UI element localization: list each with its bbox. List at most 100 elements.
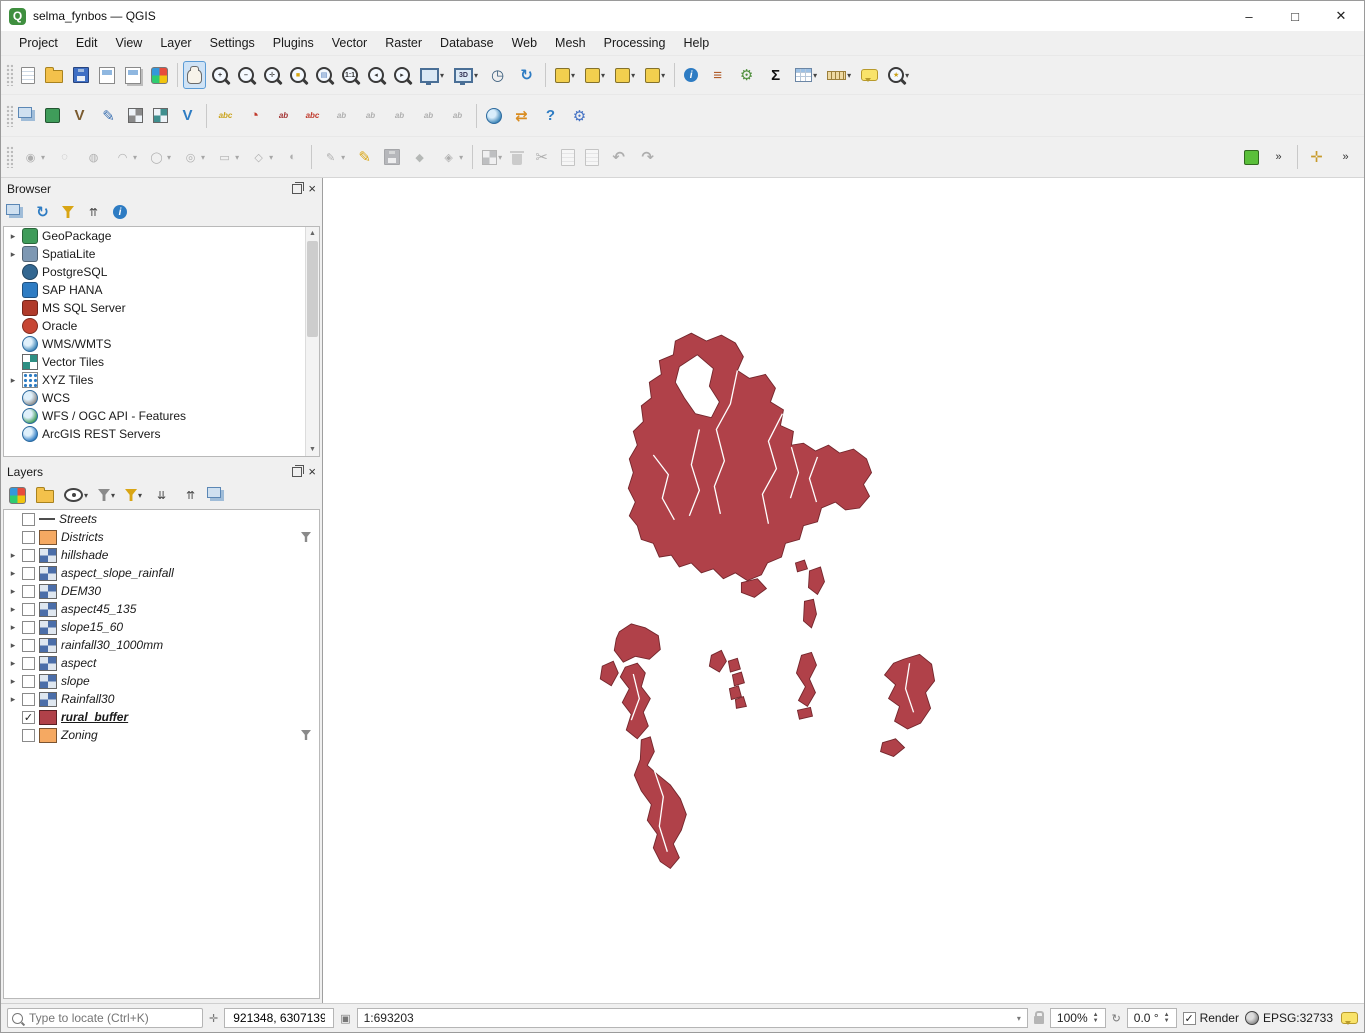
- browser-item[interactable]: ArcGIS REST Servers: [4, 425, 319, 443]
- open-project-button[interactable]: [41, 61, 67, 89]
- new-3d-map-view-button[interactable]: 3D▾: [450, 61, 482, 89]
- layer-checkbox[interactable]: [22, 639, 35, 652]
- snapping-options-button[interactable]: [1240, 143, 1263, 171]
- remove-layer-button[interactable]: [207, 483, 227, 507]
- dropdown-arrow-icon[interactable]: ▾: [459, 153, 463, 162]
- browser-item[interactable]: WMS/WMTS: [4, 335, 319, 353]
- help-contents-button[interactable]: ?: [537, 102, 564, 130]
- open-layer-styling-button[interactable]: [6, 483, 29, 507]
- menu-web[interactable]: Web: [504, 33, 545, 53]
- zoom-to-selection-button[interactable]: ■: [286, 61, 310, 89]
- menu-vector[interactable]: Vector: [324, 33, 375, 53]
- menu-settings[interactable]: Settings: [202, 33, 263, 53]
- menu-database[interactable]: Database: [432, 33, 502, 53]
- pan-map-button[interactable]: [183, 61, 206, 89]
- browser-item[interactable]: MS SQL Server: [4, 299, 319, 317]
- expand-arrow-icon[interactable]: ▸: [8, 658, 18, 669]
- show-hidden-labels-button[interactable]: ab: [444, 102, 471, 130]
- expand-all-button[interactable]: ⇊: [149, 483, 174, 507]
- scroll-up-icon[interactable]: ▲: [306, 227, 319, 240]
- layer-item[interactable]: ▸slope: [4, 672, 319, 690]
- select-features-by-value-button[interactable]: ▾: [581, 61, 609, 89]
- filter-by-expression-button[interactable]: ▾: [122, 483, 145, 507]
- scroll-down-icon[interactable]: ▼: [306, 443, 319, 456]
- new-shapefile-layer-button[interactable]: V: [66, 102, 93, 130]
- toolbar-overflow-left-button[interactable]: »: [1265, 143, 1292, 171]
- layer-checkbox[interactable]: [22, 585, 35, 598]
- vertex-tool-current-layer-button[interactable]: ◉▾: [17, 143, 49, 171]
- layer-item[interactable]: ▸aspect45_135: [4, 600, 319, 618]
- filter-browser-button[interactable]: [59, 200, 77, 224]
- extents-toggle-icon[interactable]: ▣: [340, 1012, 350, 1025]
- float-panel-icon[interactable]: [292, 467, 302, 477]
- collapse-all-button[interactable]: ⇈: [81, 200, 106, 224]
- move-label-button[interactable]: ab: [328, 102, 355, 130]
- deselect-features-button[interactable]: ▾: [611, 61, 639, 89]
- dropdown-arrow-icon[interactable]: ▾: [133, 153, 137, 162]
- rectangle-tools-button[interactable]: ▭▾: [211, 143, 243, 171]
- modify-attributes-button[interactable]: ▾: [478, 143, 506, 171]
- toolbar-grip-icon[interactable]: [6, 146, 13, 168]
- dropdown-arrow-icon[interactable]: ▾: [474, 71, 478, 80]
- dropdown-arrow-icon[interactable]: ▾: [571, 71, 575, 80]
- layer-diagram-button[interactable]: ◔: [241, 102, 268, 130]
- layer-item[interactable]: Zoning: [4, 726, 319, 744]
- close-panel-icon[interactable]: [308, 182, 316, 196]
- regular-polygon-tools-button[interactable]: ◇▾: [245, 143, 277, 171]
- expand-arrow-icon[interactable]: ▸: [8, 550, 18, 561]
- manage-map-themes-button[interactable]: ▾: [61, 483, 91, 507]
- cut-features-button[interactable]: ✂: [528, 143, 555, 171]
- new-mesh-layer-button[interactable]: [149, 102, 172, 130]
- current-edits-button[interactable]: ✎▾: [317, 143, 349, 171]
- layer-checkbox[interactable]: [22, 693, 35, 706]
- spinner-arrows-icon[interactable]: ▲▼: [1093, 1012, 1099, 1024]
- processing-toolbox-button[interactable]: ⚙: [566, 102, 593, 130]
- filter-legend-button[interactable]: ▾: [95, 483, 118, 507]
- new-virtual-layer-button[interactable]: V: [174, 102, 201, 130]
- new-map-view-button[interactable]: ▾: [416, 61, 448, 89]
- zoom-native-button[interactable]: 1:1: [338, 61, 362, 89]
- zoom-full-button[interactable]: ✛: [260, 61, 284, 89]
- browser-item[interactable]: SAP HANA: [4, 281, 319, 299]
- paste-features-button[interactable]: [581, 143, 603, 171]
- browser-scrollbar[interactable]: ▲ ▼: [305, 227, 319, 456]
- refresh-button[interactable]: ↻: [513, 61, 540, 89]
- save-project-button[interactable]: [69, 61, 93, 89]
- refresh-browser-button[interactable]: ↻: [30, 200, 55, 224]
- stream-digitize-button[interactable]: ◍: [80, 143, 107, 171]
- menu-mesh[interactable]: Mesh: [547, 33, 594, 53]
- layer-labeling-button[interactable]: abc: [212, 102, 239, 130]
- close-panel-icon[interactable]: [308, 465, 316, 479]
- menu-processing[interactable]: Processing: [596, 33, 674, 53]
- toggle-editing-button[interactable]: ✎: [351, 143, 378, 171]
- measure-button[interactable]: ▾: [823, 61, 855, 89]
- rotate-label-button[interactable]: ab: [357, 102, 384, 130]
- advanced-digitizing-button[interactable]: ✛: [1303, 143, 1330, 171]
- menu-edit[interactable]: Edit: [68, 33, 106, 53]
- scale-combo[interactable]: 1:693203 ▾: [357, 1008, 1028, 1028]
- expand-arrow-icon[interactable]: ▸: [8, 249, 18, 260]
- ellipse-tools-button[interactable]: ◎▾: [177, 143, 209, 171]
- browser-item[interactable]: WCS: [4, 389, 319, 407]
- temporal-controller-button[interactable]: ◷: [484, 61, 511, 89]
- layer-item[interactable]: ▸DEM30: [4, 582, 319, 600]
- menu-view[interactable]: View: [107, 33, 150, 53]
- show-layout-manager-button[interactable]: [121, 61, 145, 89]
- expand-arrow-icon[interactable]: ▸: [8, 622, 18, 633]
- new-project-button[interactable]: [17, 61, 39, 89]
- browser-item[interactable]: PostgreSQL: [4, 263, 319, 281]
- digitize-segment-button[interactable]: ◌: [51, 143, 78, 171]
- properties-widget-button[interactable]: i: [110, 200, 130, 224]
- curved-label-button[interactable]: ab: [415, 102, 442, 130]
- pin-labels-button[interactable]: ab: [270, 102, 297, 130]
- render-toggle[interactable]: Render: [1183, 1011, 1239, 1025]
- layer-item[interactable]: ▸Rainfall30: [4, 690, 319, 708]
- delete-selected-button[interactable]: [508, 143, 526, 171]
- browser-item[interactable]: WFS / OGC API - Features: [4, 407, 319, 425]
- maximize-button[interactable]: □: [1272, 1, 1318, 31]
- run-feature-action-button[interactable]: ⚙: [733, 61, 760, 89]
- dropdown-arrow-icon[interactable]: ▾: [661, 71, 665, 80]
- browser-item[interactable]: ▸XYZ Tiles: [4, 371, 319, 389]
- layer-checkbox[interactable]: [22, 657, 35, 670]
- layer-item[interactable]: rural_buffer: [4, 708, 319, 726]
